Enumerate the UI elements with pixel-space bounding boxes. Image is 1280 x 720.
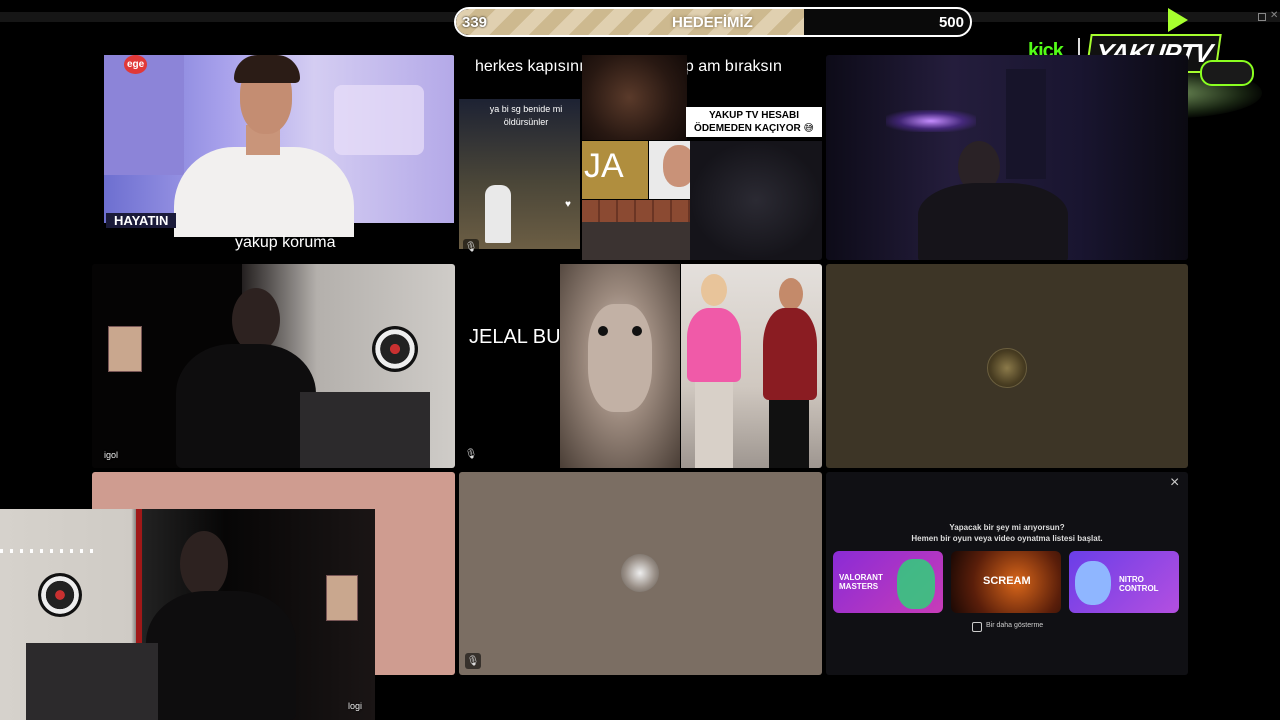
jelal-caption: JELAL BU — [469, 326, 561, 348]
tv-backdrop-panel — [104, 55, 184, 175]
goal-target: 500 — [938, 14, 964, 31]
overlay-webcam[interactable]: logi — [0, 509, 375, 720]
user-avatar[interactable] — [987, 348, 1027, 388]
activity-card-label: VALORANT MASTERS — [839, 573, 883, 591]
igol-monitor — [300, 392, 430, 468]
pink-shirt-head — [701, 274, 727, 306]
pink-shirt-legs — [695, 382, 733, 468]
activity-card-label: NITRO CONTROL — [1119, 575, 1159, 593]
night-street-text: ya bi sg benide mi öldürsünler — [489, 104, 563, 127]
tv-backdrop-screen — [334, 85, 424, 155]
collage-banner: YAKUP TV HESABI ÖDEMEDEN KAÇIYOR 😅 — [686, 107, 822, 137]
webcam-tile-purple[interactable] — [826, 55, 1188, 260]
activity-panel: × Yapacak bir şey mi arıyorsun? Hemen bi… — [826, 472, 1188, 675]
nitro-mascot — [1075, 561, 1111, 605]
webcam-tile-igol[interactable]: igol — [92, 264, 455, 468]
user-avatar[interactable] — [621, 554, 659, 592]
cow-eye-right — [632, 326, 642, 336]
activity-card-scream[interactable]: SCREAM — [951, 551, 1061, 613]
activity-card-label: SCREAM — [983, 575, 1031, 587]
cow-eye-left — [598, 326, 608, 336]
tv-frame — [104, 55, 454, 237]
activity-card-valorant[interactable]: VALORANT MASTERS — [833, 551, 943, 613]
tv-ticker: HAYATIN — [106, 213, 177, 228]
podcast-clip — [582, 200, 690, 260]
igol-person-head — [232, 288, 280, 352]
overlay-person-head — [180, 531, 228, 597]
gamepad-icon — [1200, 60, 1254, 86]
valorant-figure — [897, 559, 935, 609]
avatar-tile-taupe[interactable]: 🎙 — [459, 472, 822, 675]
goal-title: HEDEFİMİZ — [672, 14, 753, 31]
webcam-person-body — [918, 183, 1068, 260]
close-icon[interactable]: × — [1170, 474, 1179, 492]
tv-channel-logo: ege — [124, 55, 148, 74]
street-person — [485, 185, 511, 243]
doorway — [1006, 69, 1046, 179]
overlay-monitor — [26, 643, 158, 720]
avatar-tile-olive[interactable] — [826, 264, 1188, 468]
collage-tile[interactable]: herkes kapısının önüne bir kap am bıraks… — [459, 55, 822, 260]
tv-host-hair — [234, 55, 300, 83]
mic-muted-icon[interactable]: 🎙 — [465, 653, 481, 669]
igol-name-label: igol — [104, 450, 119, 460]
cow-image — [560, 264, 680, 468]
overlay-dartboard — [38, 573, 82, 617]
goal-progress-bar: 339 HEDEFİMİZ 500 — [454, 7, 972, 37]
red-shirt-legs — [769, 400, 809, 468]
dartboard — [372, 326, 418, 372]
ja-clip: JA — [582, 141, 648, 199]
face-clip — [582, 55, 687, 140]
cow-face — [588, 304, 652, 412]
activity-subtitle: Hemen bir oyun veya video oynatma listes… — [911, 534, 1103, 543]
purple-light-strip — [886, 110, 976, 132]
overlay-light-string — [0, 549, 100, 553]
mic-muted-icon[interactable]: 🎙 — [463, 446, 479, 462]
night-street-clip: ya bi sg benide mi öldürsünler ♥ — [459, 99, 580, 249]
pink-shirt-body — [687, 308, 741, 382]
overlay-poster — [326, 575, 358, 621]
heart-icon[interactable]: ♥ — [565, 199, 571, 210]
activity-card-nitro[interactable]: NITRO CONTROL — [1069, 551, 1179, 613]
goal-current: 339 — [462, 14, 488, 31]
wall-poster — [108, 326, 142, 372]
tv-host-body — [174, 147, 354, 237]
jelal-tile[interactable]: JELAL BU 🎙 — [459, 264, 822, 468]
overlay-person-body — [146, 591, 296, 720]
red-shirt-body — [763, 308, 817, 400]
mic-muted-icon[interactable]: 🎙 — [463, 239, 479, 255]
ja-text: JA — [584, 147, 624, 185]
smoke-clip — [690, 141, 822, 260]
igol-person-body — [176, 344, 316, 468]
dont-show-checkbox[interactable] — [972, 622, 982, 632]
red-shirt-head — [779, 278, 803, 310]
tv-caption: yakup koruma — [235, 234, 336, 251]
close-window-icon[interactable]: ✕ — [1270, 10, 1278, 21]
tv-clip-tile[interactable]: ege HAYATIN yakup koruma — [92, 55, 455, 260]
dont-show-label: Bir daha gösterme — [986, 622, 1044, 629]
play-logo-icon — [1168, 8, 1188, 32]
activity-title: Yapacak bir şey mi arıyorsun? — [949, 523, 1065, 532]
logi-name-label: logi — [348, 701, 363, 711]
street-photo — [681, 264, 822, 468]
podcast-brick-wall — [582, 200, 690, 222]
